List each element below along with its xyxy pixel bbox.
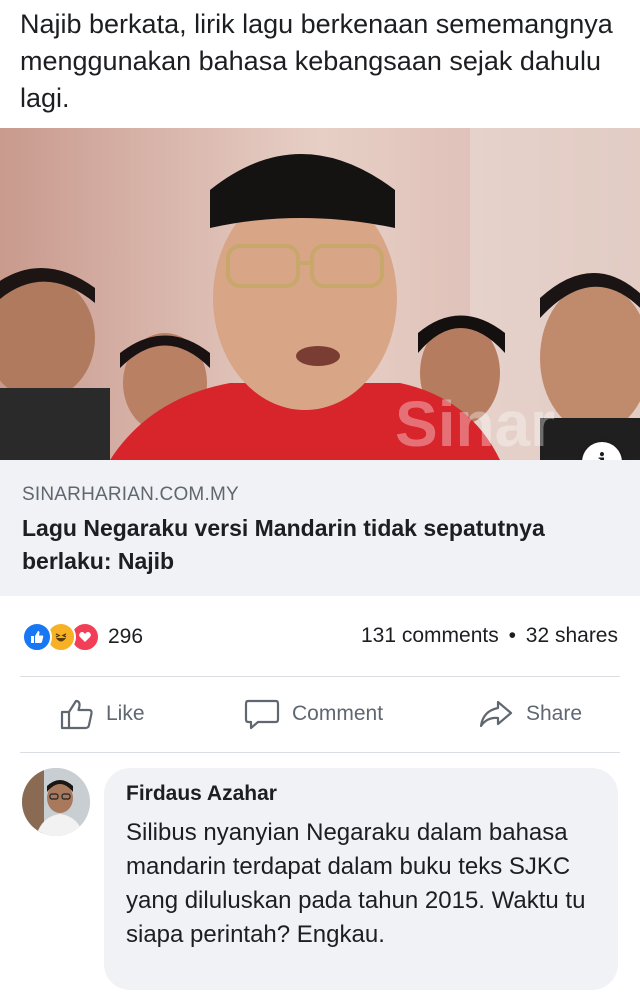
action-bar: Like Comment Share bbox=[0, 684, 640, 744]
like-button[interactable]: Like bbox=[60, 684, 145, 744]
svg-text:Sinar: Sinar bbox=[395, 388, 555, 460]
comments-count[interactable]: 131 comments bbox=[361, 624, 499, 647]
divider-top bbox=[20, 676, 620, 677]
separator: • bbox=[508, 624, 516, 647]
comment-label: Comment bbox=[292, 702, 384, 725]
like-reaction-icon bbox=[22, 622, 52, 652]
thumbs-up-icon bbox=[60, 699, 93, 730]
like-label: Like bbox=[106, 702, 145, 725]
comment-bubble: Firdaus Azahar Silibus nyanyian Negaraku… bbox=[104, 768, 618, 990]
avatar[interactable] bbox=[22, 768, 90, 836]
share-label: Share bbox=[526, 702, 583, 725]
comment-text: Silibus nyanyian Negaraku dalam bahasa m… bbox=[126, 819, 586, 948]
share-icon bbox=[479, 700, 513, 728]
comment-author[interactable]: Firdaus Azahar bbox=[126, 782, 277, 806]
post-caption: Najib berkata, lirik lagu berkenaan seme… bbox=[20, 9, 613, 113]
reaction-bar: 296 131 comments • 32 shares bbox=[0, 612, 640, 660]
link-title[interactable]: Lagu Negaraku versi Mandarin tidak sepat… bbox=[22, 512, 582, 578]
share-button[interactable]: Share bbox=[478, 684, 582, 744]
comment-button[interactable]: Comment bbox=[244, 684, 383, 744]
reaction-count: 296 bbox=[108, 625, 144, 648]
divider-bottom bbox=[20, 752, 620, 753]
comment-icon bbox=[244, 699, 280, 730]
engagement-counts: 131 comments • 32 shares bbox=[361, 624, 618, 648]
reaction-summary[interactable]: 296 bbox=[22, 622, 143, 652]
news-photo: Sinar bbox=[0, 128, 640, 460]
link-preview-image[interactable]: Sinar bbox=[0, 128, 640, 460]
link-domain: SINARHARIAN.COM.MY bbox=[22, 484, 239, 505]
shares-count[interactable]: 32 shares bbox=[526, 624, 618, 647]
link-preview-card[interactable]: SINARHARIAN.COM.MY Lagu Negaraku versi M… bbox=[0, 460, 640, 596]
